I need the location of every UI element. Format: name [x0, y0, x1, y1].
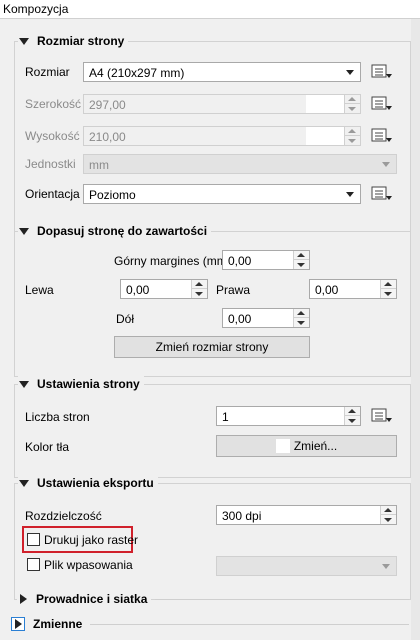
divider [90, 624, 409, 625]
collapse-arrow-icon [19, 227, 29, 235]
spin-down-icon[interactable] [348, 419, 356, 423]
top-margin-spinbox[interactable]: 0,00 [222, 250, 310, 270]
orientation-select[interactable]: Poziomo [83, 184, 361, 204]
chevron-down-icon [346, 192, 354, 197]
page-count-label: Liczba stron [25, 410, 90, 424]
width-label: Szerokość [25, 97, 82, 111]
spin-down-icon[interactable] [297, 263, 305, 267]
vertical-scrollbar[interactable] [411, 19, 420, 640]
variables-header[interactable]: Zmienne [11, 616, 87, 632]
export-settings-header[interactable]: Ustawienia eksportu [18, 475, 158, 491]
spin-down-icon[interactable] [384, 518, 392, 522]
height-label: Wysokość [25, 129, 80, 143]
right-margin-spinbox[interactable]: 0,00 [309, 279, 397, 299]
panel-title: Kompozycja [3, 2, 69, 16]
print-as-raster-label[interactable]: Drukuj jako raster [44, 533, 138, 547]
print-as-raster-checkbox[interactable] [27, 533, 40, 546]
background-color-label: Kolor tła [25, 440, 70, 454]
spin-up-icon[interactable] [348, 97, 356, 101]
units-label: Jednostki [25, 157, 76, 171]
chevron-down-icon [382, 564, 390, 569]
data-defined-override-icon[interactable] [370, 62, 394, 82]
chevron-down-icon [346, 70, 354, 75]
data-defined-override-icon[interactable] [370, 184, 394, 204]
bottom-margin-label: Dół [116, 312, 135, 326]
spin-up-icon[interactable] [348, 129, 356, 133]
chevron-down-icon [382, 162, 390, 167]
collapse-arrow-icon [19, 380, 29, 388]
composition-panel: Rozmiar strony Rozmiar A4 (210x297 mm) S… [0, 19, 411, 640]
spin-down-icon[interactable] [348, 107, 356, 111]
data-defined-override-icon[interactable] [370, 406, 394, 426]
units-select[interactable]: mm [83, 154, 397, 174]
size-label: Rozmiar [25, 65, 70, 79]
spin-down-icon[interactable] [195, 292, 203, 296]
spin-down-icon[interactable] [297, 321, 305, 325]
page-count-spinbox[interactable]: 1 [216, 406, 361, 426]
page-settings-header[interactable]: Ustawienia strony [18, 376, 144, 392]
background-color-button[interactable]: Zmień... [216, 435, 397, 457]
world-file-checkbox[interactable] [27, 558, 40, 571]
collapse-arrow-icon [19, 37, 29, 45]
spin-down-icon[interactable] [384, 292, 392, 296]
page-settings-group: Ustawienia strony Liczba stron 1 Kolor t… [14, 376, 411, 478]
world-file-label[interactable]: Plik wpasowania [44, 558, 133, 572]
page-size-header[interactable]: Rozmiar strony [18, 33, 129, 49]
width-spinbox[interactable]: 297,00 [83, 94, 361, 114]
divider [155, 599, 409, 600]
resolution-label: Rozdzielczość [25, 509, 102, 523]
panel-titlebar: Kompozycja [0, 0, 420, 19]
page-size-group: Rozmiar strony Rozmiar A4 (210x297 mm) S… [14, 33, 411, 233]
left-margin-label: Lewa [25, 283, 54, 297]
orientation-label: Orientacja [25, 187, 80, 201]
fit-to-content-header[interactable]: Dopasuj stronę do zawartości [18, 223, 212, 239]
guides-grid-header[interactable]: Prowadnice i siatka [17, 591, 152, 607]
resolution-spinbox[interactable]: 300 dpi [216, 505, 397, 525]
data-defined-override-icon[interactable] [370, 94, 394, 114]
spin-up-icon[interactable] [348, 409, 356, 413]
world-file-select[interactable] [216, 556, 397, 576]
spin-up-icon[interactable] [195, 282, 203, 286]
spin-up-icon[interactable] [384, 282, 392, 286]
spin-down-icon[interactable] [348, 139, 356, 143]
right-margin-label: Prawa [216, 283, 251, 297]
fit-to-content-group: Dopasuj stronę do zawartości Górny margi… [14, 223, 411, 377]
resize-page-button[interactable]: Zmień rozmiar strony [114, 336, 310, 358]
spin-up-icon[interactable] [384, 508, 392, 512]
spin-up-icon[interactable] [297, 311, 305, 315]
expand-arrow-icon [20, 594, 27, 604]
spin-up-icon[interactable] [297, 253, 305, 257]
left-margin-spinbox[interactable]: 0,00 [120, 279, 208, 299]
top-margin-label: Górny margines (mm) [114, 254, 231, 268]
export-settings-group: Ustawienia eksportu Rozdzielczość 300 dp… [14, 475, 411, 600]
height-spinbox[interactable]: 210,00 [83, 126, 361, 146]
color-swatch [275, 438, 290, 453]
page-size-select[interactable]: A4 (210x297 mm) [83, 62, 361, 82]
collapse-arrow-icon [19, 479, 29, 487]
bottom-margin-spinbox[interactable]: 0,00 [222, 308, 310, 328]
data-defined-override-icon[interactable] [370, 126, 394, 146]
expand-arrow-icon [11, 617, 25, 631]
